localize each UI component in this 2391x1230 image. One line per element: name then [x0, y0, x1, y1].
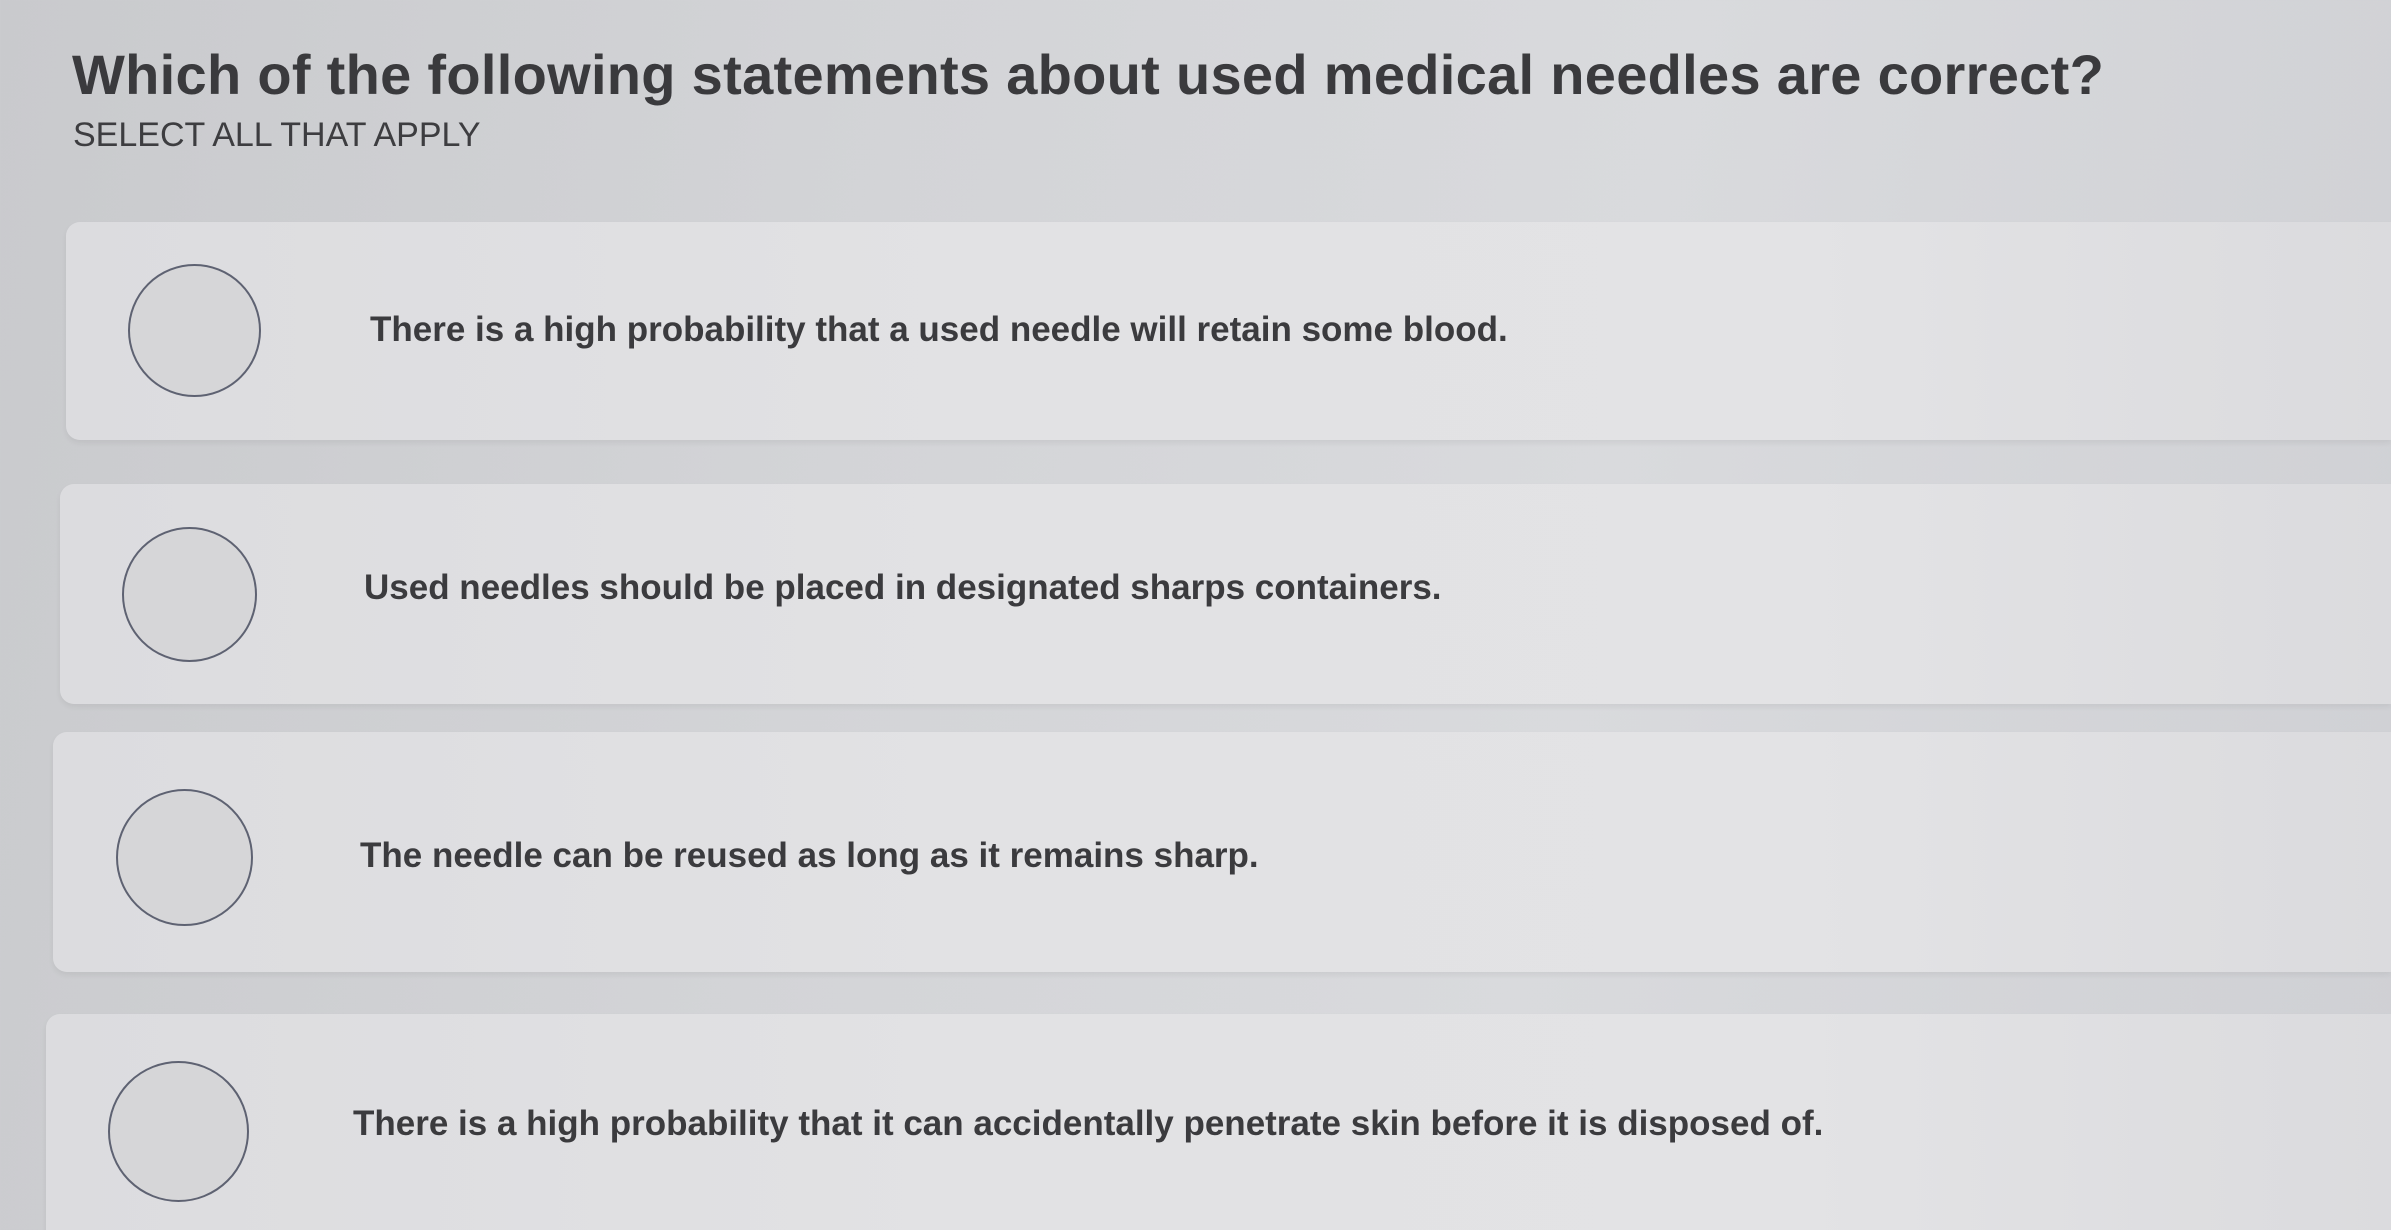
answer-option-4-radio[interactable]: [108, 1061, 249, 1202]
answer-option-3[interactable]: The needle can be reused as long as it r…: [53, 732, 2391, 972]
quiz-page: Which of the following statements about …: [0, 0, 2391, 1230]
answer-option-4-label: There is a high probability that it can …: [353, 1104, 1824, 1143]
answer-option-3-label: The needle can be reused as long as it r…: [360, 836, 1259, 875]
answer-option-2[interactable]: Used needles should be placed in designa…: [60, 484, 2391, 704]
answer-option-4[interactable]: There is a high probability that it can …: [46, 1014, 2391, 1230]
answer-option-3-radio[interactable]: [116, 789, 253, 926]
answer-option-1[interactable]: There is a high probability that a used …: [66, 222, 2391, 440]
answer-option-1-label: There is a high probability that a used …: [370, 310, 1508, 349]
answer-options-list: There is a high probability that a used …: [0, 0, 2391, 1230]
answer-option-2-label: Used needles should be placed in designa…: [364, 568, 1442, 607]
answer-option-2-radio[interactable]: [122, 527, 257, 662]
answer-option-1-radio[interactable]: [128, 264, 261, 397]
